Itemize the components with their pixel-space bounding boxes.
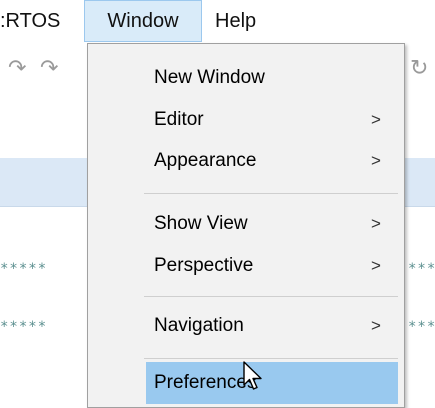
mouse-pointer-icon	[243, 361, 262, 390]
code-comment: *****	[0, 261, 48, 277]
menu-bar: :RTOS Window Help	[0, 0, 435, 43]
refresh-icon[interactable]: ↻	[410, 55, 428, 81]
window-menu-dropdown: New Window Editor > Appearance > Show Vi…	[87, 43, 405, 408]
menu-item-label: Editor	[154, 109, 204, 130]
submenu-arrow-icon: >	[371, 214, 381, 233]
code-comment: *****	[408, 319, 435, 335]
menu-help[interactable]: Help	[215, 0, 256, 43]
menu-item-label: Navigation	[154, 315, 244, 336]
menu-item-new-window[interactable]: New Window	[88, 58, 404, 98]
code-comment: *****	[0, 319, 48, 335]
submenu-arrow-icon: >	[371, 110, 381, 129]
code-comment: *****	[408, 261, 435, 277]
redo-icon[interactable]: ↷	[8, 55, 26, 81]
menu-item-label: New Window	[154, 67, 265, 88]
forward-icon[interactable]: ↷	[40, 55, 58, 81]
menu-item-label: Show View	[154, 213, 248, 234]
menu-item-label: Preferences	[154, 372, 257, 393]
menu-item-navigation[interactable]: Navigation >	[88, 306, 404, 346]
menu-item-preferences[interactable]: Preferences	[146, 362, 398, 404]
submenu-arrow-icon: >	[371, 316, 381, 335]
submenu-arrow-icon: >	[371, 151, 381, 170]
menu-separator	[144, 296, 398, 297]
menu-item-perspective[interactable]: Perspective >	[88, 246, 404, 286]
menu-item-appearance[interactable]: Appearance >	[88, 141, 404, 181]
menu-item-show-view[interactable]: Show View >	[88, 204, 404, 244]
submenu-arrow-icon: >	[371, 256, 381, 275]
menu-item-label: Perspective	[154, 255, 254, 276]
menu-rtos[interactable]: :RTOS	[0, 0, 60, 43]
menu-item-label: Appearance	[154, 150, 257, 171]
menu-item-editor[interactable]: Editor >	[88, 100, 404, 140]
menu-window[interactable]: Window	[84, 0, 202, 42]
menu-separator	[144, 193, 398, 194]
menu-separator	[144, 358, 398, 359]
